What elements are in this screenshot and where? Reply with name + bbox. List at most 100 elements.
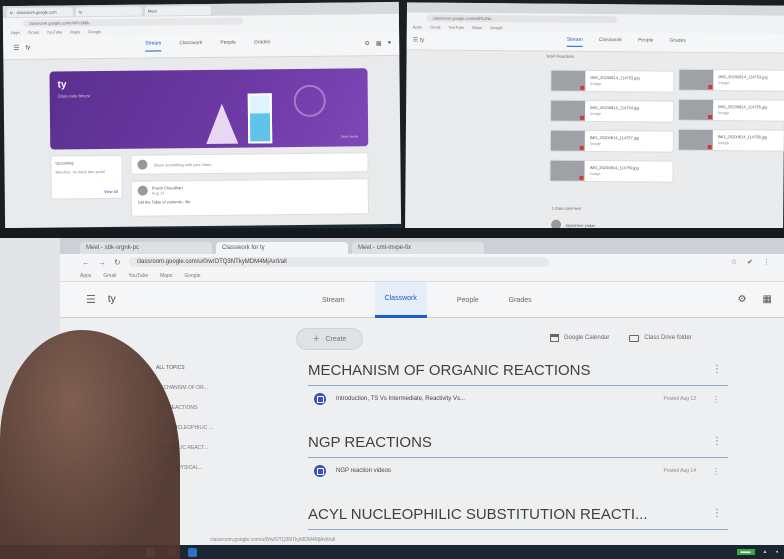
classwork-item[interactable]: NGP reaction videos Posted Aug 14 ⋮ bbox=[308, 458, 728, 484]
tab-stream[interactable]: Stream bbox=[145, 40, 162, 52]
bookmark-google[interactable]: Google bbox=[184, 273, 200, 279]
bookmark-youtube[interactable]: YouTube bbox=[128, 273, 148, 279]
browser-actions: ☆ ✔ ⋮ bbox=[731, 258, 770, 266]
star-icon[interactable]: ☆ bbox=[731, 258, 737, 266]
file-type: Image bbox=[718, 80, 730, 86]
image-thumbnail bbox=[550, 130, 585, 151]
round-flask-illustration-icon bbox=[293, 84, 326, 118]
stream-post[interactable]: Pravin Chaudhari Aug 14 Did the Table of… bbox=[130, 178, 369, 217]
bookmark-gmail[interactable]: Gmail bbox=[103, 273, 116, 279]
kebab-menu-icon[interactable]: ⋮ bbox=[712, 364, 722, 375]
tab-grades[interactable]: Grades bbox=[254, 39, 271, 50]
browser-tab[interactable]: ty bbox=[75, 6, 142, 16]
browser-tab-active[interactable]: Classwork for ty bbox=[216, 242, 348, 254]
browser-tab[interactable]: Meet - cmt-mvpe-fix bbox=[352, 242, 484, 254]
tab-people[interactable]: People bbox=[220, 40, 236, 51]
apps-grid-icon[interactable]: ▦ bbox=[376, 40, 382, 47]
sidebar-topic[interactable]: Mechanism of or... bbox=[156, 378, 246, 398]
file-attachment[interactable]: IMG_20200814_114753.jpg Image bbox=[678, 68, 784, 92]
create-button[interactable]: + Create bbox=[296, 328, 364, 350]
bookmark-google[interactable]: Google bbox=[490, 25, 503, 30]
bookmark-gmail[interactable]: Gmail bbox=[28, 29, 39, 34]
url-input[interactable]: classroom.google.com/u/0/w/OTQ3NTkyMDM4M… bbox=[128, 257, 549, 267]
tab-classwork[interactable]: Classwork bbox=[179, 40, 202, 51]
browser-tab[interactable]: Meet bbox=[144, 5, 211, 16]
kebab-menu-icon[interactable]: ⋮ bbox=[712, 467, 720, 476]
reload-icon[interactable]: ↻ bbox=[114, 258, 121, 267]
beaker-illustration-icon bbox=[247, 93, 273, 144]
tab-grades[interactable]: Grades bbox=[509, 297, 532, 304]
bookmark-youtube[interactable]: YouTube bbox=[47, 29, 63, 34]
class-drive-folder-link[interactable]: Class Drive folder bbox=[629, 334, 692, 342]
file-attachment[interactable]: IMG_20200814_114759.jpg Image bbox=[549, 159, 674, 183]
bookmark-youtube[interactable]: YouTube bbox=[448, 24, 464, 29]
browser-tab[interactable]: Meet - sbk-srgnk-pc bbox=[80, 242, 212, 254]
bookmark-google[interactable]: Google bbox=[88, 29, 101, 34]
file-explorer-icon[interactable] bbox=[187, 547, 197, 557]
file-attachment[interactable]: IMG_20200814_114755.jpg Image bbox=[678, 98, 784, 122]
back-arrow-icon[interactable]: ← bbox=[82, 258, 90, 267]
file-attachment[interactable]: IMG_20200814_114754.jpg Image bbox=[549, 99, 675, 123]
plus-icon: + bbox=[313, 333, 320, 345]
bookmark-maps[interactable]: Maps bbox=[160, 273, 172, 279]
class-code[interactable]: Class code fdrxzvi bbox=[58, 93, 91, 98]
class-links: Google Calendar Class Drive folder bbox=[550, 334, 692, 342]
tab-classwork[interactable]: Classwork bbox=[374, 282, 427, 318]
drive-label: Class Drive folder bbox=[644, 335, 692, 341]
topic-title[interactable]: ACYL NUCLEOPHILIC SUBSTITUTION REACTI... bbox=[308, 506, 728, 530]
bookmark-apps[interactable]: Apps bbox=[413, 24, 422, 29]
sidebar-topic-all[interactable]: All topics bbox=[156, 358, 246, 378]
kebab-menu-icon[interactable]: ⋮ bbox=[712, 436, 722, 447]
image-thumbnail bbox=[551, 100, 586, 121]
bookmark-apps[interactable]: Apps bbox=[11, 29, 20, 34]
tab-people[interactable]: People bbox=[638, 37, 654, 47]
browser-tab[interactable]: ty · classroom.google.com bbox=[6, 6, 73, 17]
class-nav: Stream Classwork People Grades bbox=[322, 282, 532, 318]
kebab-menu-icon[interactable]: ⋮ bbox=[712, 508, 722, 519]
bookmark-gmail[interactable]: Gmail bbox=[430, 24, 440, 29]
file-attachment[interactable]: IMG_20200814_114753.jpg Image bbox=[550, 69, 675, 93]
select-theme-button[interactable]: Select theme bbox=[341, 134, 359, 138]
address-bar: ← → ↻ classroom.google.com/u/0/w/OTQ3NTk… bbox=[60, 254, 784, 270]
comment-author: Jayashree yadav bbox=[565, 222, 596, 228]
item-title: Introduction, TS Vs Intermediate, Reacti… bbox=[336, 396, 465, 402]
class-name[interactable]: ty bbox=[108, 294, 116, 305]
tray-app-icon[interactable]: ▬▬ bbox=[736, 549, 755, 555]
tab-stream[interactable]: Stream bbox=[322, 297, 345, 304]
url-text[interactable]: classroom.google.com/c/MTc2/a/... bbox=[426, 14, 617, 23]
image-thumbnail bbox=[551, 70, 586, 91]
view-all-link[interactable]: View all bbox=[104, 189, 118, 194]
apps-grid-icon[interactable]: ▦ bbox=[763, 294, 772, 305]
menu-icon[interactable]: ☰ bbox=[13, 43, 19, 51]
kebab-menu-icon[interactable]: ⋮ bbox=[763, 258, 770, 266]
gear-icon[interactable]: ⚙ bbox=[364, 40, 369, 47]
class-comments-link[interactable]: 1 class comment bbox=[551, 206, 581, 211]
extension-icon[interactable]: ✔ bbox=[747, 258, 753, 266]
gear-icon[interactable]: ⚙ bbox=[738, 294, 747, 305]
tab-people[interactable]: People bbox=[457, 297, 479, 304]
topic-title[interactable]: MECHANISM OF ORGANIC REACTIONS bbox=[308, 362, 728, 386]
classwork-item[interactable]: Introduction, TS Vs Intermediate, Reacti… bbox=[308, 386, 728, 412]
bookmark-maps[interactable]: Maps bbox=[472, 24, 482, 29]
volume-icon[interactable]: ◂ bbox=[775, 549, 778, 555]
menu-icon[interactable]: ☰ bbox=[86, 293, 96, 306]
tab-grades[interactable]: Grades bbox=[669, 37, 685, 47]
menu-icon[interactable]: ☰ ty bbox=[413, 36, 425, 43]
tab-classwork[interactable]: Classwork bbox=[599, 37, 622, 47]
posted-date: Posted Aug 14 bbox=[663, 468, 696, 474]
file-attachment[interactable]: IMG_20200814_114757.jpg Image bbox=[549, 129, 674, 153]
bookmark-maps[interactable]: Maps bbox=[70, 29, 80, 34]
account-avatar[interactable]: ● bbox=[388, 40, 392, 47]
announcement-input[interactable]: Share something with your class... bbox=[130, 152, 369, 175]
class-banner: ty Class code fdrxzvi Select theme bbox=[49, 68, 369, 150]
classroom-header: ☰ ty Stream Classwork People Grades ⚙ ▦ … bbox=[3, 31, 400, 61]
file-attachment[interactable]: IMG_20200814_114758.jpg Image bbox=[677, 128, 784, 152]
topic-title[interactable]: NGP REACTIONS bbox=[308, 434, 728, 458]
google-calendar-link[interactable]: Google Calendar bbox=[550, 334, 609, 342]
forward-arrow-icon[interactable]: → bbox=[98, 258, 106, 267]
network-icon[interactable]: ▲ bbox=[763, 549, 768, 555]
bookmark-apps[interactable]: Apps bbox=[80, 273, 91, 279]
tab-stream[interactable]: Stream bbox=[566, 36, 583, 47]
kebab-menu-icon[interactable]: ⋮ bbox=[712, 395, 720, 404]
class-name[interactable]: ty bbox=[25, 44, 30, 50]
